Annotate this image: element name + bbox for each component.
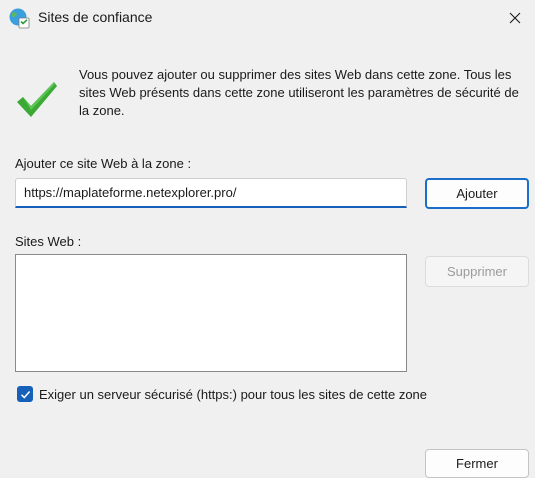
intro-text: Vous pouvez ajouter ou supprimer des sit…: [79, 67, 519, 118]
green-check-icon: [15, 80, 59, 120]
close-dialog-button[interactable]: Fermer: [425, 449, 529, 478]
site-url-input[interactable]: [15, 178, 407, 208]
close-button[interactable]: [495, 0, 535, 36]
title-bar: Sites de confiance: [0, 0, 535, 36]
add-button[interactable]: Ajouter: [425, 178, 529, 209]
websites-label: Sites Web :: [15, 234, 82, 249]
require-https-label: Exiger un serveur sécurisé (https:) pour…: [39, 386, 428, 402]
websites-list[interactable]: [15, 254, 407, 372]
close-icon: [509, 12, 521, 24]
window-title: Sites de confiance: [38, 9, 153, 25]
add-site-label: Ajouter ce site Web à la zone :: [15, 156, 192, 171]
require-https-row[interactable]: Exiger un serveur sécurisé (https:) pour…: [17, 386, 427, 402]
checkmark-icon: [20, 390, 30, 399]
remove-button[interactable]: Supprimer: [425, 256, 529, 287]
require-https-checkbox[interactable]: [17, 386, 33, 402]
trusted-sites-globe-icon: [8, 7, 30, 29]
